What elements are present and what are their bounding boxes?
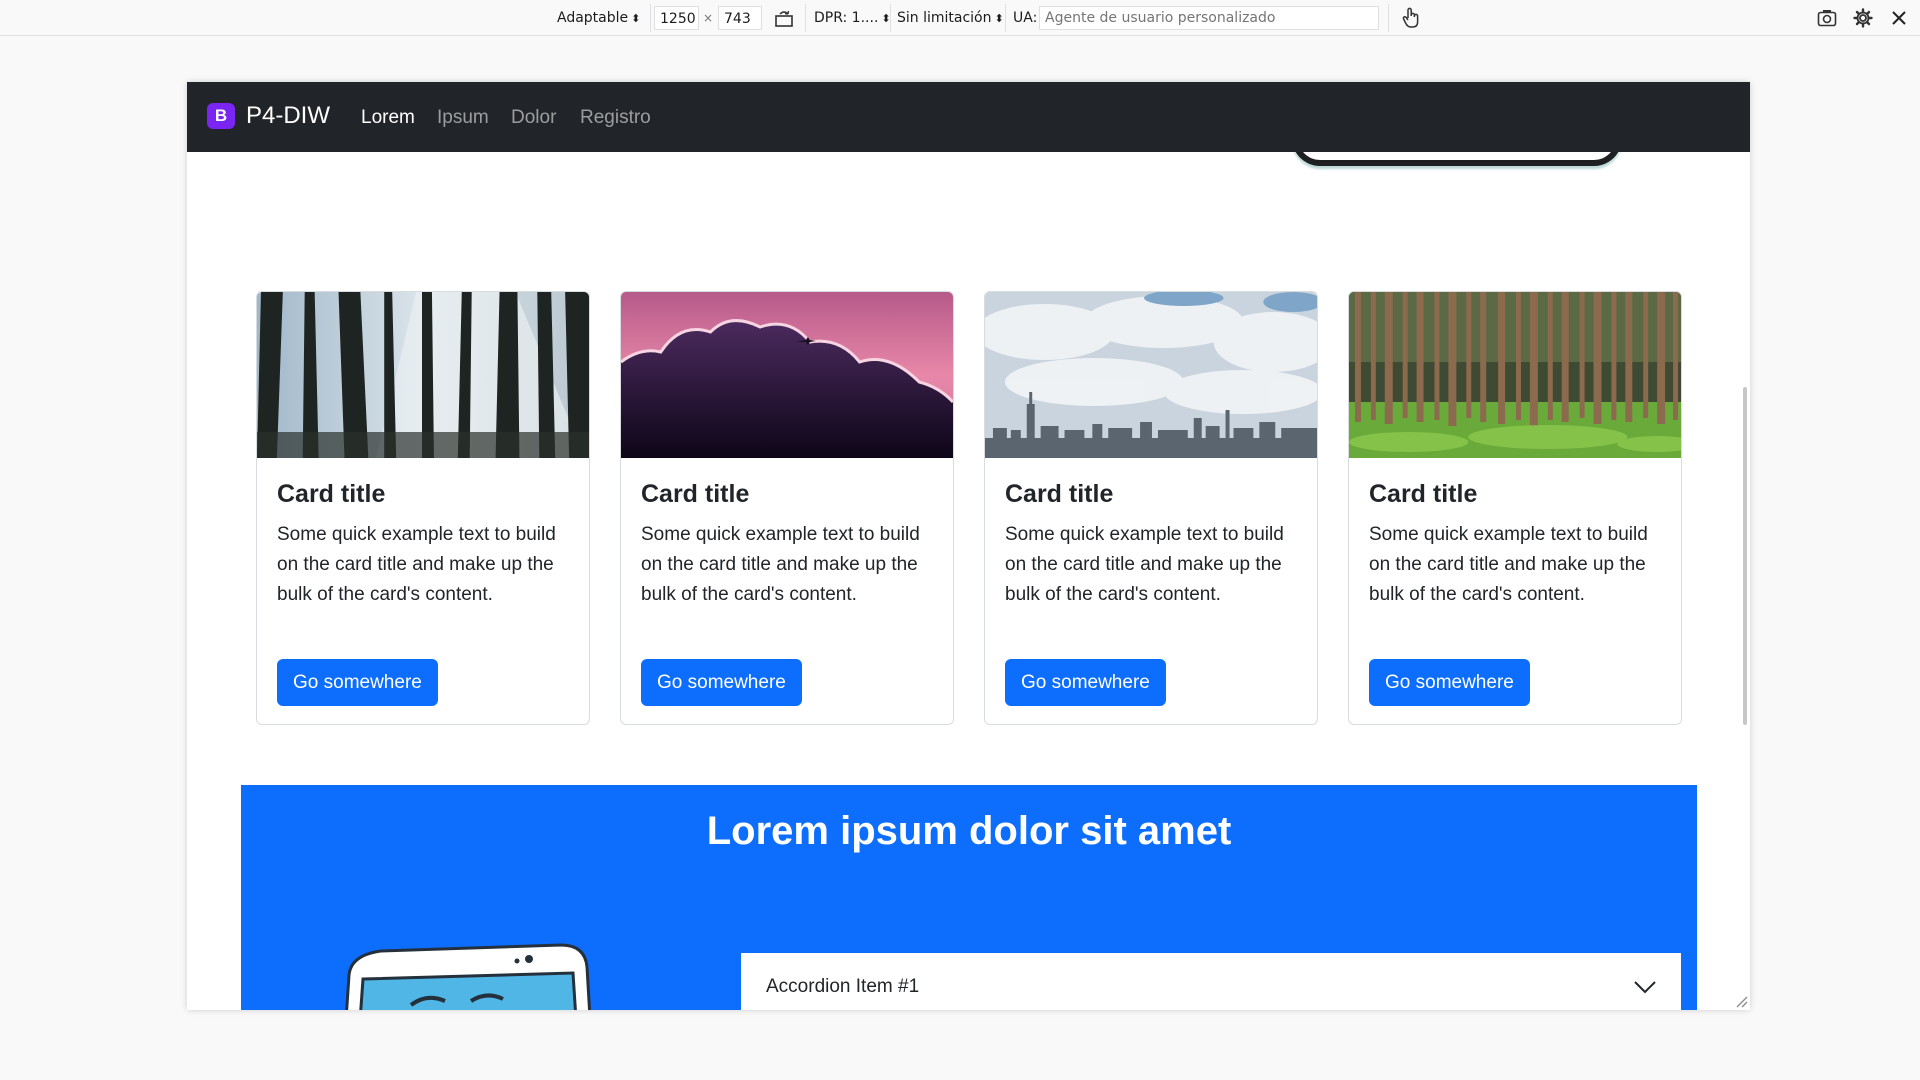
card-title: Card title <box>1369 480 1478 508</box>
bootstrap-logo-icon[interactable]: B <box>207 103 235 129</box>
accordion-item-1[interactable]: Accordion Item #1 <box>741 953 1681 1010</box>
viewport-height-input[interactable]: 743 <box>718 6 762 30</box>
card: Card title Some quick example text to bu… <box>620 291 954 725</box>
network-throttling-selector[interactable]: Sin limitación <box>897 6 1004 30</box>
monitor-character-illustration <box>345 943 592 1010</box>
touch-simulation-icon[interactable] <box>1399 6 1423 30</box>
responsive-design-toolbar: Adaptable 1250 × 743 DPR: 1.... Sin limi… <box>0 0 1920 36</box>
toolbar-separator <box>1005 4 1006 32</box>
card-text: Some quick example text to build on the … <box>1369 524 1648 605</box>
user-agent-input[interactable] <box>1039 6 1379 30</box>
viewport-width-input[interactable]: 1250 <box>654 6 699 30</box>
screenshot-icon[interactable] <box>1815 6 1839 30</box>
card-title: Card title <box>1005 480 1114 508</box>
toolbar-separator <box>650 4 651 32</box>
card-text: Some quick example text to build on the … <box>1005 524 1284 605</box>
accordion-section: Lorem ipsum dolor sit amet Accordion Ite… <box>241 785 1697 1010</box>
nav-link-lorem[interactable]: Lorem <box>361 106 415 130</box>
card-image-pink-sky <box>621 292 953 458</box>
card-image-pine-forest <box>1349 292 1681 458</box>
nav-link-ipsum[interactable]: Ipsum <box>437 106 489 130</box>
go-somewhere-button[interactable]: Go somewhere <box>641 659 802 706</box>
viewport-resize-handle-icon[interactable] <box>1734 994 1748 1008</box>
navbar-brand[interactable]: P4-DIW <box>246 100 330 132</box>
toolbar-separator <box>890 4 891 32</box>
card-text: Some quick example text to build on the … <box>641 524 920 605</box>
emulated-viewport: B P4-DIW Lorem Ipsum Dolor Registro Card… <box>187 82 1750 1010</box>
go-somewhere-button[interactable]: Go somewhere <box>1369 659 1530 706</box>
rotate-viewport-icon[interactable] <box>772 6 796 30</box>
card: Card title Some quick example text to bu… <box>984 291 1318 725</box>
chevron-down-icon <box>1634 981 1656 994</box>
nav-link-registro[interactable]: Registro <box>580 106 651 130</box>
accordion-item-label: Accordion Item #1 <box>766 976 920 997</box>
card: Card title Some quick example text to bu… <box>256 291 590 725</box>
device-selector[interactable]: Adaptable <box>557 6 640 30</box>
card-title: Card title <box>641 480 750 508</box>
toolbar-separator <box>805 4 806 32</box>
settings-gear-icon[interactable] <box>1851 6 1875 30</box>
card-text: Some quick example text to build on the … <box>277 524 556 605</box>
vertical-scrollbar[interactable] <box>1743 387 1747 725</box>
dimension-times: × <box>703 11 714 25</box>
toolbar-separator <box>1388 4 1389 32</box>
section-title: Lorem ipsum dolor sit amet <box>706 809 1232 853</box>
go-somewhere-button[interactable]: Go somewhere <box>277 659 438 706</box>
card-title: Card title <box>277 480 386 508</box>
go-somewhere-button[interactable]: Go somewhere <box>1005 659 1166 706</box>
dpr-selector[interactable]: DPR: 1.... <box>814 6 891 30</box>
site-navbar: B P4-DIW Lorem Ipsum Dolor Registro <box>187 82 1750 152</box>
user-agent-label: UA: <box>1013 10 1038 26</box>
card-image-city-skyline <box>985 292 1317 458</box>
nav-link-dolor[interactable]: Dolor <box>511 106 556 130</box>
card-image-forest-sunlight <box>257 292 589 458</box>
close-icon[interactable] <box>1887 6 1911 30</box>
card: Card title Some quick example text to bu… <box>1348 291 1682 725</box>
